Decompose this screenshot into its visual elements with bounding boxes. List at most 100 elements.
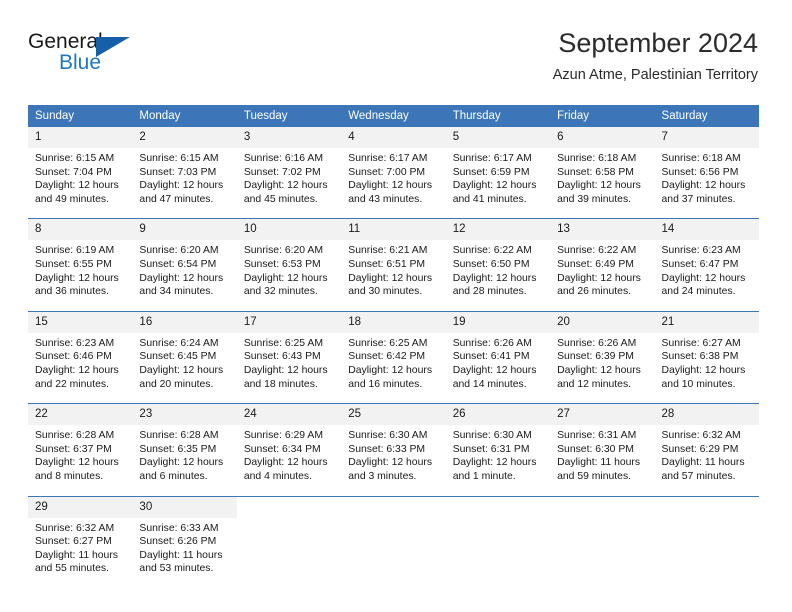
calendar-day-cell[interactable]: 15 Sunrise: 6:23 AM Sunset: 6:46 PM Dayligh… <box>28 311 133 393</box>
page-subtitle: Azun Atme, Palestinian Territory <box>552 67 758 83</box>
calendar-day-cell[interactable]: 12 Sunrise: 6:22 AM Sunset: 6:50 PM Dayligh… <box>445 219 551 301</box>
sunrise-text: Sunrise: 6:18 AM <box>557 153 637 164</box>
daylight-text: Daylight: 12 hours and 1 minute. <box>452 457 537 482</box>
sunset-text: Sunset: 6:55 PM <box>35 258 112 270</box>
day-number: 20 <box>550 311 655 333</box>
day-info: Sunrise: 6:22 AM Sunset: 6:50 PM Daylight:… <box>446 240 550 300</box>
daylight-text: Daylight: 12 hours and 24 minutes. <box>661 272 746 298</box>
daylight-text: Daylight: 12 hours and 4 minutes. <box>243 457 328 482</box>
sunrise-text: Sunrise: 6:23 AM <box>35 337 115 349</box>
day-number: 9 <box>132 219 237 241</box>
day-info: Sunrise: 6:25 AM Sunset: 6:42 PM Daylight:… <box>341 333 445 393</box>
sunset-text: Sunset: 7:02 PM <box>243 166 321 178</box>
sunrise-text: Sunrise: 6:23 AM <box>661 245 741 257</box>
calendar-day-cell[interactable]: 13 Sunrise: 6:22 AM Sunset: 6:49 PM Dayligh… <box>550 219 655 301</box>
calendar-day-cell[interactable]: 27 Sunrise: 6:31 AM Sunset: 6:30 PM Dayligh… <box>550 404 655 486</box>
calendar-day-cell[interactable]: 1 Sunrise: 6:15 AM Sunset: 7:04 PM Daylight… <box>28 127 133 208</box>
calendar-body: 1 Sunrise: 6:15 AM Sunset: 7:04 PM Daylight… <box>28 127 759 578</box>
sunrise-text: Sunrise: 6:15 AM <box>139 153 219 164</box>
calendar-day-cell[interactable]: 16 Sunrise: 6:24 AM Sunset: 6:45 PM Dayligh… <box>132 311 237 393</box>
sunrise-text: Sunrise: 6:25 AM <box>348 337 428 349</box>
calendar-day-cell[interactable]: 30 Sunrise: 6:33 AM Sunset: 6:26 PM Dayligh… <box>132 496 237 578</box>
calendar-day-cell[interactable]: 19 Sunrise: 6:26 AM Sunset: 6:41 PM Dayligh… <box>445 311 551 393</box>
day-info: Sunrise: 6:33 AM Sunset: 6:26 PM Daylight:… <box>132 518 236 578</box>
calendar-day-cell[interactable]: 11 Sunrise: 6:21 AM Sunset: 6:51 PM Dayligh… <box>341 219 446 301</box>
day-number: 18 <box>341 311 446 333</box>
day-info: Sunrise: 6:20 AM Sunset: 6:54 PM Daylight:… <box>132 240 236 300</box>
week-separator <box>28 485 759 497</box>
calendar-day-cell[interactable]: 3 Sunrise: 6:16 AM Sunset: 7:02 PM Daylight… <box>236 127 342 208</box>
day-info: Sunrise: 6:30 AM Sunset: 6:33 PM Daylight:… <box>341 425 445 485</box>
sunrise-text: Sunrise: 6:17 AM <box>348 153 428 164</box>
sunrise-text: Sunrise: 6:29 AM <box>243 430 323 442</box>
weekday-header-monday: Monday <box>132 105 237 127</box>
calendar-day-cell[interactable]: 20 Sunrise: 6:26 AM Sunset: 6:39 PM Dayligh… <box>550 311 655 393</box>
daylight-text: Daylight: 11 hours and 59 minutes. <box>557 457 641 482</box>
calendar-day-cell[interactable]: 2 Sunrise: 6:15 AM Sunset: 7:03 PM Daylight… <box>132 127 237 208</box>
day-number: 13 <box>550 219 655 241</box>
day-number: 21 <box>654 311 759 333</box>
calendar-day-cell[interactable]: 17 Sunrise: 6:25 AM Sunset: 6:43 PM Dayligh… <box>236 311 342 393</box>
daylight-text: Daylight: 12 hours and 6 minutes. <box>139 457 224 482</box>
calendar-day-cell[interactable]: 14 Sunrise: 6:23 AM Sunset: 6:47 PM Dayligh… <box>654 219 759 301</box>
day-number: 23 <box>132 404 237 426</box>
day-info: Sunrise: 6:27 AM Sunset: 6:38 PM Daylight:… <box>655 333 759 393</box>
sunrise-text: Sunrise: 6:20 AM <box>243 245 323 257</box>
calendar-day-cell[interactable]: 25 Sunrise: 6:30 AM Sunset: 6:33 PM Dayligh… <box>341 404 446 486</box>
day-info: Sunrise: 6:16 AM Sunset: 7:02 PM Daylight:… <box>237 148 341 208</box>
calendar-day-cell[interactable]: 9 Sunrise: 6:20 AM Sunset: 6:54 PM Daylight… <box>132 219 237 301</box>
day-number: 16 <box>132 311 237 333</box>
calendar-day-cell[interactable]: 4 Sunrise: 6:17 AM Sunset: 7:00 PM Daylight… <box>341 127 446 208</box>
sunset-text: Sunset: 6:31 PM <box>452 443 530 455</box>
brand-logo: General Blue <box>28 30 148 86</box>
day-info: Sunrise: 6:17 AM Sunset: 7:00 PM Daylight:… <box>341 148 445 208</box>
sunset-text: Sunset: 6:37 PM <box>35 443 112 455</box>
weekday-header-thursday: Thursday <box>445 105 551 127</box>
calendar-day-cell[interactable]: 26 Sunrise: 6:30 AM Sunset: 6:31 PM Dayligh… <box>445 404 551 486</box>
day-info: Sunrise: 6:28 AM Sunset: 6:35 PM Daylight:… <box>132 425 236 485</box>
day-number: 28 <box>654 404 759 426</box>
calendar-day-cell[interactable]: 6 Sunrise: 6:18 AM Sunset: 6:58 PM Daylight… <box>550 127 655 208</box>
calendar-week-row: 1 Sunrise: 6:15 AM Sunset: 7:04 PM Daylight… <box>28 127 759 208</box>
sunset-text: Sunset: 7:00 PM <box>348 166 426 178</box>
calendar-header-row: Sunday Monday Tuesday Wednesday Thursday… <box>28 105 759 127</box>
calendar-day-cell[interactable]: 18 Sunrise: 6:25 AM Sunset: 6:42 PM Dayligh… <box>341 311 446 393</box>
day-info: Sunrise: 6:29 AM Sunset: 6:34 PM Daylight:… <box>237 425 341 485</box>
sunrise-text: Sunrise: 6:22 AM <box>452 245 532 257</box>
daylight-text: Daylight: 12 hours and 3 minutes. <box>348 457 433 482</box>
sunrise-text: Sunrise: 6:15 AM <box>35 153 115 164</box>
calendar-week-row: 29 Sunrise: 6:32 AM Sunset: 6:27 PM Dayligh… <box>28 496 759 578</box>
day-info: Sunrise: 6:21 AM Sunset: 6:51 PM Daylight:… <box>341 240 445 300</box>
calendar-day-cell[interactable]: 7 Sunrise: 6:18 AM Sunset: 6:56 PM Daylight… <box>654 127 759 208</box>
day-number: 11 <box>341 219 446 241</box>
day-number: 8 <box>28 219 133 241</box>
sunset-text: Sunset: 6:46 PM <box>35 351 112 363</box>
day-number: 10 <box>236 219 342 241</box>
calendar-day-cell[interactable]: 29 Sunrise: 6:32 AM Sunset: 6:27 PM Dayligh… <box>28 496 133 578</box>
calendar-day-cell[interactable]: 28 Sunrise: 6:32 AM Sunset: 6:29 PM Dayligh… <box>654 404 759 486</box>
day-info: Sunrise: 6:26 AM Sunset: 6:41 PM Daylight:… <box>446 333 550 393</box>
calendar-day-cell[interactable]: 8 Sunrise: 6:19 AM Sunset: 6:55 PM Daylight… <box>28 219 133 301</box>
daylight-text: Daylight: 11 hours and 57 minutes. <box>661 457 745 482</box>
daylight-text: Daylight: 12 hours and 39 minutes. <box>557 180 641 205</box>
sunset-text: Sunset: 6:29 PM <box>661 443 739 455</box>
sunrise-text: Sunrise: 6:26 AM <box>557 337 637 349</box>
weekday-header-tuesday: Tuesday <box>236 105 342 127</box>
daylight-text: Daylight: 12 hours and 8 minutes. <box>35 457 119 482</box>
calendar-week-row: 22 Sunrise: 6:28 AM Sunset: 6:37 PM Dayligh… <box>28 404 759 486</box>
day-number: 25 <box>341 404 446 426</box>
day-info: Sunrise: 6:24 AM Sunset: 6:45 PM Daylight:… <box>132 333 236 393</box>
sunset-text: Sunset: 6:53 PM <box>243 258 321 270</box>
day-number: 2 <box>132 127 237 148</box>
day-info: Sunrise: 6:15 AM Sunset: 7:03 PM Daylight:… <box>132 148 236 208</box>
day-info: Sunrise: 6:28 AM Sunset: 6:37 PM Daylight:… <box>28 425 132 485</box>
calendar-day-cell[interactable]: 21 Sunrise: 6:27 AM Sunset: 6:38 PM Dayligh… <box>654 311 759 393</box>
calendar-day-cell[interactable]: 10 Sunrise: 6:20 AM Sunset: 6:53 PM Dayligh… <box>236 219 342 301</box>
calendar-day-cell[interactable]: 23 Sunrise: 6:28 AM Sunset: 6:35 PM Dayligh… <box>132 404 237 486</box>
week-separator <box>28 208 759 220</box>
calendar-day-cell[interactable]: 22 Sunrise: 6:28 AM Sunset: 6:37 PM Dayligh… <box>28 404 133 486</box>
sunset-text: Sunset: 6:35 PM <box>139 443 217 455</box>
sunrise-text: Sunrise: 6:19 AM <box>35 245 115 257</box>
calendar-day-cell[interactable]: 24 Sunrise: 6:29 AM Sunset: 6:34 PM Dayligh… <box>236 404 342 486</box>
calendar-day-cell[interactable]: 5 Sunrise: 6:17 AM Sunset: 6:59 PM Daylight… <box>445 127 551 208</box>
